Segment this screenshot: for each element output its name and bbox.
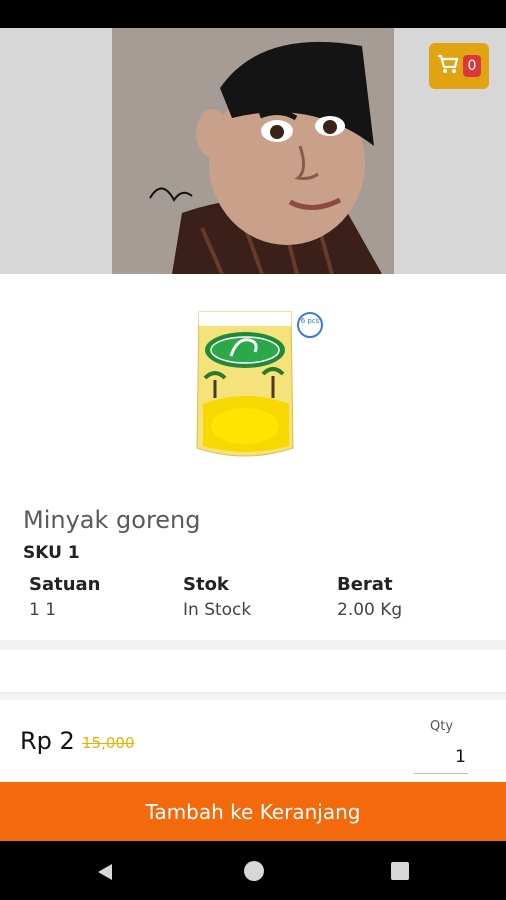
banner-image: 0 [0, 28, 506, 274]
section-divider [0, 640, 506, 650]
recents-square-icon[interactable] [391, 862, 409, 880]
banner-photo [112, 28, 394, 274]
pcs-badge: 6 pcs [297, 312, 323, 338]
cart-button[interactable]: 0 [429, 43, 489, 89]
spec-value: 1 1 [29, 600, 57, 620]
product-sku: SKU 1 [23, 543, 80, 563]
add-to-cart-button[interactable]: Tambah ke Keranjang [0, 782, 506, 841]
spec-label: Satuan [29, 574, 101, 595]
status-bar [0, 0, 506, 28]
spec-label: Stok [183, 574, 229, 595]
spec-label: Berat [337, 574, 393, 595]
back-triangle-icon[interactable] [96, 863, 114, 885]
old-price: 15,000 [82, 734, 135, 752]
spec-berat: Berat 2.00 Kg [337, 574, 402, 620]
oil-pouch-image [196, 311, 294, 457]
product-price: Rp 2 [20, 727, 75, 755]
cart-count-badge: 0 [463, 55, 481, 77]
qty-input[interactable] [414, 740, 468, 774]
home-circle-icon[interactable] [244, 861, 264, 881]
cart-icon [437, 54, 459, 78]
spec-value: In Stock [183, 600, 252, 620]
spec-stok: Stok In Stock [183, 574, 251, 620]
qty-label: Qty [430, 719, 454, 734]
spec-value: 2.00 Kg [337, 600, 403, 620]
product-image[interactable]: 6 pcs [193, 308, 323, 460]
spec-satuan: Satuan 1 1 [29, 574, 101, 620]
avatar-illustration [112, 28, 394, 274]
product-title: Minyak goreng [23, 506, 201, 534]
